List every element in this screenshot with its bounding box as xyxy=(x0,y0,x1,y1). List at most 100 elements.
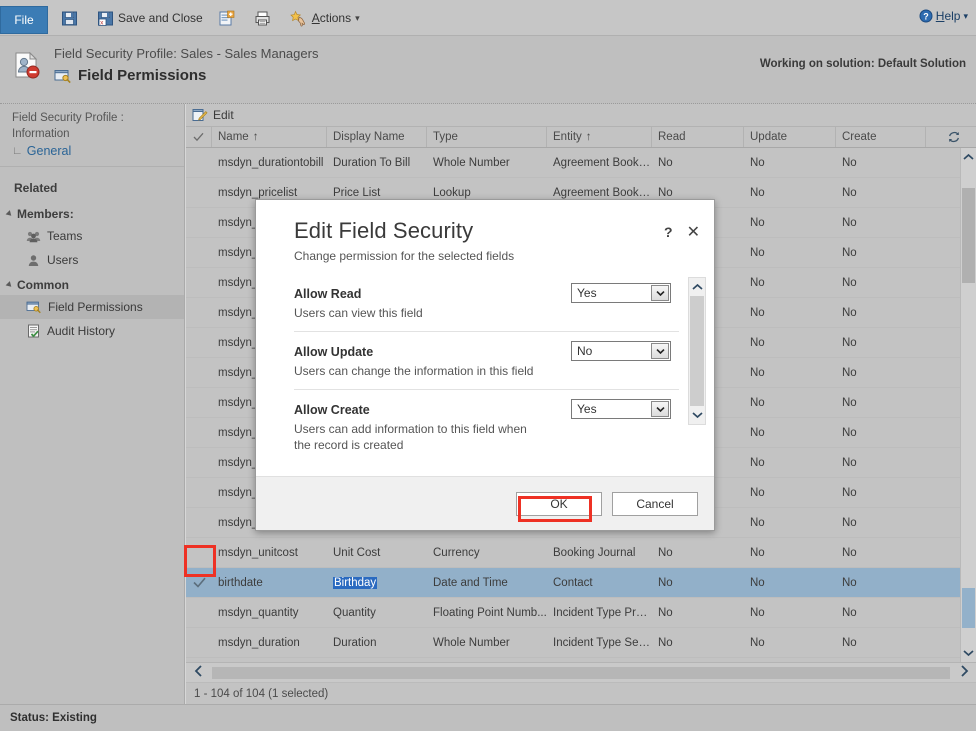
status-text: Status: Existing xyxy=(10,712,97,724)
grid-vertical-scrollbar[interactable] xyxy=(960,148,976,662)
dialog-controls: ? ✕ xyxy=(664,222,700,242)
column-header-display-name[interactable]: Display Name xyxy=(327,127,427,147)
nav-group-members[interactable]: Members: xyxy=(0,201,184,224)
dialog-header: Edit Field Security Change permission fo… xyxy=(256,200,714,263)
cell-create: No xyxy=(836,457,926,469)
cell-update: No xyxy=(744,427,836,439)
new-record-button[interactable] xyxy=(215,6,242,30)
scroll-left-arrow-icon[interactable] xyxy=(186,665,210,680)
column-header-type[interactable]: Type xyxy=(427,127,547,147)
left-navigation: Field Security Profile : Information ∟ G… xyxy=(0,104,185,704)
save-close-icon: x xyxy=(97,10,114,27)
table-row[interactable]: msdyn_durationDurationWhole NumberIncide… xyxy=(186,628,976,658)
column-header-create[interactable]: Create xyxy=(836,127,926,147)
cell-type: Whole Number xyxy=(427,637,547,649)
field-allow-create: Allow Create Users can add information t… xyxy=(294,401,679,463)
column-header-create-label: Create xyxy=(842,131,877,143)
column-header-update[interactable]: Update xyxy=(744,127,836,147)
save-button[interactable] xyxy=(58,6,85,30)
column-header-name[interactable]: Name ↑ xyxy=(212,127,327,147)
cell-create: No xyxy=(836,607,926,619)
actions-button[interactable]: Actions ▾ xyxy=(287,6,363,30)
column-header-select-all[interactable] xyxy=(186,127,212,147)
nav-context-link[interactable]: ∟ General xyxy=(12,142,184,160)
scroll-right-arrow-icon[interactable] xyxy=(952,665,976,680)
print-button[interactable] xyxy=(251,6,278,30)
sidebar-item-field-permissions-label: Field Permissions xyxy=(48,298,143,316)
grid-scroll-position-marker xyxy=(962,588,975,628)
help-icon[interactable]: ? xyxy=(664,224,673,240)
cell-read: No xyxy=(652,157,744,169)
sort-ascending-icon: ↑ xyxy=(253,131,259,143)
cancel-button[interactable]: Cancel xyxy=(612,492,698,516)
table-row[interactable]: birthdateBirthdayDate and TimeContactNoN… xyxy=(186,568,976,598)
table-row[interactable]: msdyn_durationtobillDuration To BillWhol… xyxy=(186,148,976,178)
cell-create: No xyxy=(836,367,926,379)
dialog-subtitle: Change permission for the selected field… xyxy=(294,249,694,263)
scroll-down-arrow-icon[interactable] xyxy=(689,406,705,424)
cell-display-name: Birthday xyxy=(327,577,427,589)
field-allow-update: Allow Update Users can change the inform… xyxy=(294,343,679,390)
table-row[interactable]: msdyn_unitcostUnit CostCurrencyBooking J… xyxy=(186,538,976,568)
cell-read: No xyxy=(652,607,744,619)
help-button[interactable]: ? Help ▾ xyxy=(919,9,968,23)
sidebar-item-field-permissions[interactable]: Field Permissions xyxy=(0,295,184,319)
solution-indicator: Working on solution: Default Solution xyxy=(760,58,966,70)
cell-update: No xyxy=(744,577,836,589)
actions-icon xyxy=(290,10,308,27)
save-and-close-label: Save and Close xyxy=(118,11,203,25)
help-caret-icon: ▾ xyxy=(963,11,968,22)
allow-update-select[interactable]: No xyxy=(571,341,671,361)
row-checkbox[interactable] xyxy=(186,577,212,588)
allow-read-select[interactable]: Yes xyxy=(571,283,671,303)
scroll-up-arrow-icon[interactable] xyxy=(961,148,976,166)
sidebar-item-users[interactable]: Users xyxy=(0,248,184,272)
allow-create-value: Yes xyxy=(577,402,597,416)
cell-type: Currency xyxy=(427,547,547,559)
sidebar-item-audit-history[interactable]: Audit History xyxy=(0,319,184,343)
cell-read: No xyxy=(652,547,744,559)
column-header-entity-label: Entity xyxy=(553,131,582,143)
dialog-vertical-scrollbar[interactable] xyxy=(688,277,706,425)
grid-refresh-button[interactable] xyxy=(926,127,976,147)
save-and-close-button[interactable]: x Save and Close xyxy=(94,6,206,30)
cell-name: msdyn_durationtobill xyxy=(212,157,327,169)
column-header-read[interactable]: Read xyxy=(652,127,744,147)
ribbon: File x xyxy=(0,0,976,36)
cell-create: No xyxy=(836,337,926,349)
cell-type: Lookup xyxy=(427,187,547,199)
grid-edit-button[interactable]: Edit xyxy=(213,108,234,122)
column-header-entity[interactable]: Entity ↑ xyxy=(547,127,652,147)
ok-button[interactable]: OK xyxy=(516,492,602,516)
cell-create: No xyxy=(836,217,926,229)
sidebar-item-audit-history-label: Audit History xyxy=(47,322,115,340)
grid-horizontal-scrollbar[interactable] xyxy=(186,662,976,682)
cell-create: No xyxy=(836,187,926,199)
chevron-down-icon[interactable] xyxy=(651,285,669,301)
table-row[interactable]: msdyn_quantityQuantityFloating Point Num… xyxy=(186,598,976,628)
help-icon: ? xyxy=(919,9,933,23)
chevron-down-icon[interactable] xyxy=(651,401,669,417)
grid-toolbar: Edit xyxy=(186,104,976,126)
scroll-down-arrow-icon[interactable] xyxy=(961,644,976,662)
close-icon[interactable]: ✕ xyxy=(687,222,700,242)
cell-type: Floating Point Numb... xyxy=(427,607,547,619)
cell-entity: Agreement Booking... xyxy=(547,157,652,169)
actions-caret-icon: ▾ xyxy=(355,13,360,24)
sidebar-item-teams[interactable]: Teams xyxy=(0,224,184,248)
horizontal-scroll-thumb[interactable] xyxy=(212,667,950,679)
actions-label: Actions xyxy=(312,11,351,25)
cell-name: msdyn_quantity xyxy=(212,607,327,619)
nav-context-label: Field Security Profile : Information xyxy=(12,110,184,142)
nav-related-title: Related xyxy=(0,167,184,201)
dialog-body: Allow Read Users can view this field Yes… xyxy=(256,263,714,476)
scroll-up-arrow-icon[interactable] xyxy=(689,278,705,296)
nav-group-common[interactable]: Common xyxy=(0,272,184,295)
chevron-down-icon[interactable] xyxy=(651,343,669,359)
grid-scroll-thumb[interactable] xyxy=(962,188,975,283)
allow-create-select[interactable]: Yes xyxy=(571,399,671,419)
nav-context: Field Security Profile : Information ∟ G… xyxy=(0,110,184,160)
file-tab[interactable]: File xyxy=(0,6,48,34)
dialog-footer: OK Cancel xyxy=(256,476,714,530)
dialog-scroll-thumb[interactable] xyxy=(690,296,704,406)
